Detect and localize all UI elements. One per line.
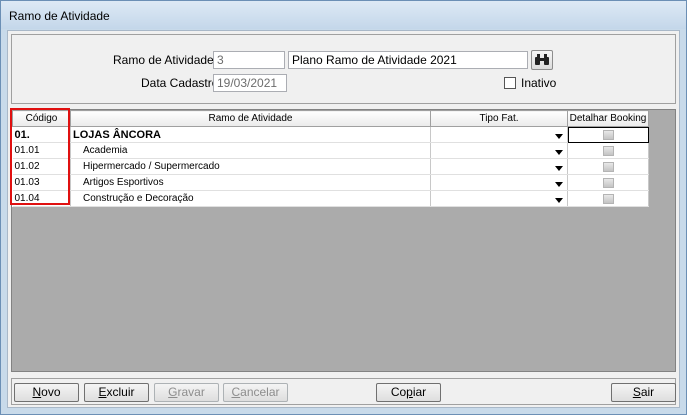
chevron-down-icon[interactable] — [555, 133, 563, 139]
data-cadastro-label: Data Cadastro: — [141, 76, 222, 90]
window-title: Ramo de Atividade — [9, 9, 110, 23]
detalhar-booking-cell[interactable] — [567, 158, 649, 175]
grid-area: Código Ramo de Atividade Tipo Fat. Detal… — [11, 109, 676, 372]
ramo-label: Ramo de Atividade: — [113, 53, 218, 67]
tipo-fat-dropdown[interactable] — [430, 158, 568, 175]
window: Ramo de Atividade Ramo de Atividade: 3 P… — [0, 0, 687, 415]
copiar-button[interactable]: Copiar — [376, 383, 441, 402]
booking-checkbox[interactable] — [602, 177, 614, 188]
data-cadastro-field[interactable]: 19/03/2021 — [213, 74, 287, 92]
cell-codigo: 01. — [12, 126, 71, 143]
inativo-label: Inativo — [521, 76, 557, 90]
button-bar: Novo Excluir Gravar Cancelar Copiar Sair — [11, 378, 676, 405]
booking-checkbox[interactable] — [602, 145, 614, 156]
novo-button[interactable]: Novo — [14, 383, 79, 402]
detalhar-booking-cell[interactable] — [567, 190, 649, 207]
gravar-button[interactable]: Gravar — [154, 383, 219, 402]
ramo-name-field[interactable]: Plano Ramo de Atividade 2021 — [288, 51, 528, 69]
tipo-fat-dropdown[interactable] — [430, 174, 568, 191]
inativo-checkbox[interactable] — [504, 77, 516, 89]
cell-codigo: 01.02 — [12, 158, 71, 175]
table-row[interactable]: 01.01 Academia — [12, 142, 649, 159]
title-bar: Ramo de Atividade — [1, 1, 686, 29]
booking-checkbox[interactable] — [602, 193, 614, 204]
booking-checkbox[interactable] — [602, 129, 614, 140]
search-button[interactable] — [531, 50, 553, 70]
cell-ramo: Artigos Esportivos — [70, 174, 431, 191]
tipo-fat-dropdown[interactable] — [430, 142, 568, 159]
column-header-tipo-fat[interactable]: Tipo Fat. — [430, 110, 568, 127]
cell-ramo: Academia — [70, 142, 431, 159]
chevron-down-icon[interactable] — [555, 149, 563, 155]
cell-ramo: LOJAS ÂNCORA — [70, 126, 431, 143]
detalhar-booking-cell[interactable] — [567, 174, 649, 191]
tipo-fat-dropdown[interactable] — [430, 126, 568, 143]
tipo-fat-dropdown[interactable] — [430, 190, 568, 207]
table-row[interactable]: 01.03 Artigos Esportivos — [12, 174, 649, 191]
binoculars-icon — [535, 54, 549, 65]
table-row[interactable]: 01. LOJAS ÂNCORA — [12, 126, 649, 143]
activity-grid: Código Ramo de Atividade Tipo Fat. Detal… — [12, 110, 649, 207]
cancelar-button[interactable]: Cancelar — [223, 383, 288, 402]
header-panel: Ramo de Atividade: 3 Plano Ramo de Ativi… — [11, 34, 676, 104]
sair-button[interactable]: Sair — [611, 383, 676, 402]
column-header-codigo[interactable]: Código — [12, 110, 71, 127]
cell-codigo: 01.01 — [12, 142, 71, 159]
column-header-ramo[interactable]: Ramo de Atividade — [70, 110, 431, 127]
cell-ramo: Construção e Decoração — [70, 190, 431, 207]
cell-codigo: 01.03 — [12, 174, 71, 191]
excluir-button[interactable]: Excluir — [84, 383, 149, 402]
detalhar-booking-cell[interactable] — [567, 126, 649, 143]
detalhar-booking-cell[interactable] — [567, 142, 649, 159]
client-area: Ramo de Atividade: 3 Plano Ramo de Ativi… — [7, 30, 680, 408]
table-row[interactable]: 01.02 Hipermercado / Supermercado — [12, 158, 649, 175]
chevron-down-icon[interactable] — [555, 197, 563, 203]
chevron-down-icon[interactable] — [555, 165, 563, 171]
cell-codigo: 01.04 — [12, 190, 71, 207]
column-header-detalhar-booking[interactable]: Detalhar Booking — [567, 110, 649, 127]
chevron-down-icon[interactable] — [555, 181, 563, 187]
ramo-code-field[interactable]: 3 — [213, 51, 285, 69]
booking-checkbox[interactable] — [602, 161, 614, 172]
cell-ramo: Hipermercado / Supermercado — [70, 158, 431, 175]
table-row[interactable]: 01.04 Construção e Decoração — [12, 190, 649, 207]
